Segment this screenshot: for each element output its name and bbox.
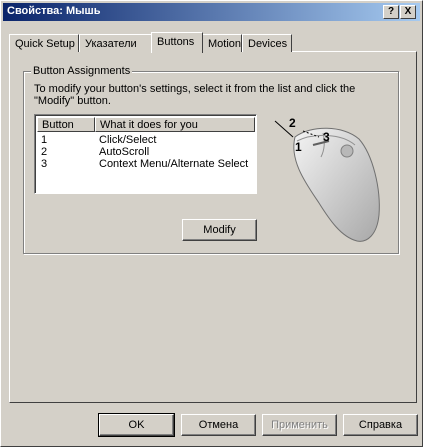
button-action: AutoScroll bbox=[99, 146, 150, 158]
group-label: Button Assignments bbox=[31, 65, 133, 77]
help-title-button[interactable]: ? bbox=[383, 5, 399, 19]
cancel-button[interactable]: Отмена bbox=[181, 414, 256, 436]
ok-button[interactable]: OK bbox=[98, 413, 175, 437]
close-title-button[interactable]: X bbox=[400, 5, 416, 19]
button-list[interactable]: Button What it does for you 1 Click/Sele… bbox=[34, 114, 257, 194]
modify-button[interactable]: Modify bbox=[182, 219, 257, 241]
button-action: Click/Select bbox=[99, 134, 157, 146]
title-bar[interactable]: Свойства: Мышь ? X bbox=[3, 3, 420, 21]
help-button[interactable]: Справка bbox=[343, 414, 418, 436]
mouse-label-3: 3 bbox=[323, 130, 330, 144]
button-number: 1 bbox=[41, 134, 48, 146]
mouse-label-2: 2 bbox=[289, 116, 296, 130]
instructions-text: To modify your button's settings, select… bbox=[34, 83, 356, 107]
button-action: Context Menu/Alternate Select bbox=[99, 158, 249, 170]
mouse-label-1: 1 bbox=[295, 140, 302, 154]
tab-motion[interactable]: Motion bbox=[202, 34, 242, 52]
tab-quick-setup[interactable]: Quick Setup bbox=[9, 34, 79, 52]
column-header-button[interactable]: Button bbox=[37, 117, 95, 132]
mouse-illustration: 2 3 1 bbox=[274, 116, 380, 242]
column-header-action[interactable]: What it does for you bbox=[95, 117, 255, 132]
button-number: 3 bbox=[41, 158, 48, 170]
window-title: Свойства: Мышь bbox=[7, 5, 101, 17]
list-header: Button What it does for you bbox=[37, 117, 255, 132]
apply-button[interactable]: Применить bbox=[262, 414, 337, 436]
button-number: 2 bbox=[41, 146, 48, 158]
tab-pointers[interactable]: Указатели bbox=[79, 34, 152, 52]
mouse-properties-window: Свойства: Мышь ? X Quick Setup Указатели… bbox=[0, 0, 423, 447]
tab-buttons[interactable]: Buttons bbox=[151, 32, 203, 53]
tab-devices[interactable]: Devices bbox=[242, 34, 292, 52]
